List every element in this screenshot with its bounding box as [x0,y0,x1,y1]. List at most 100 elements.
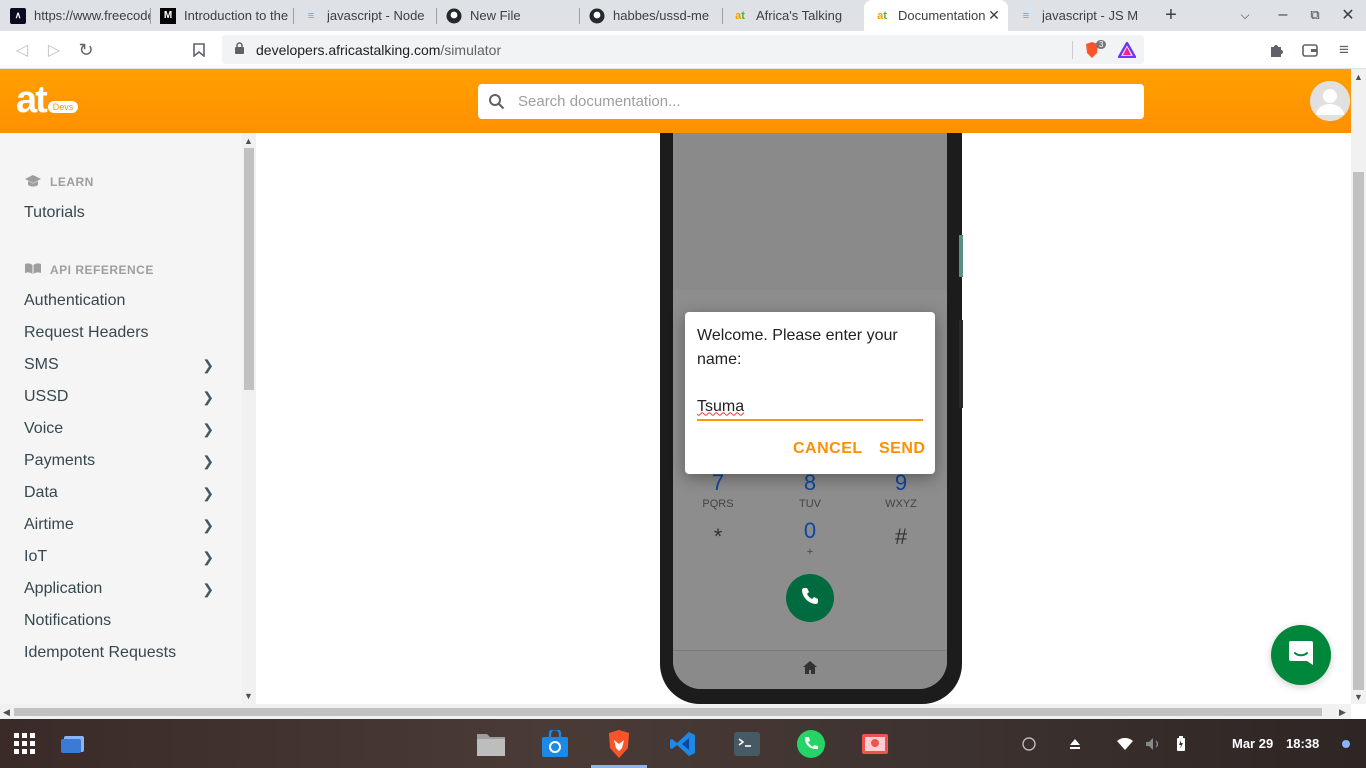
scroll-down-icon[interactable]: ▼ [1354,692,1363,702]
sidebar-item-airtime[interactable]: Airtime ❯ [24,513,214,537]
tab-label: New File [470,8,521,23]
vscode-icon[interactable] [668,729,698,759]
key-letters: WXYZ [885,498,917,510]
section-title-text: LEARN [50,175,94,189]
scroll-right-icon[interactable]: ▶ [1339,707,1346,718]
sidebar-item-authentication[interactable]: Authentication [24,289,214,313]
home-icon[interactable] [802,660,818,680]
extensions-puzzle-icon[interactable] [1265,39,1287,61]
tab-introduction[interactable]: M Introduction to the [150,0,293,31]
close-window-icon[interactable]: ✕ [1337,4,1359,26]
sidebar-item-payments[interactable]: Payments ❯ [24,449,214,473]
tab-javascript-node[interactable]: ≡ javascript - Node [293,0,436,31]
menu-hamburger-icon[interactable]: ≡ [1333,39,1355,61]
new-tab-plus-icon[interactable]: + [1160,4,1182,26]
back-arrow-icon[interactable]: ◁ [11,39,33,61]
africastalking-icon: at [877,9,887,22]
restore-window-icon[interactable]: ⧉ [1304,4,1326,26]
files-app-icon[interactable] [476,729,506,759]
tab-search-chevron-icon[interactable]: ⌵ [1234,4,1256,26]
reload-icon[interactable]: ↻ [75,39,97,61]
dial-key-9[interactable]: 9 WXYZ [871,470,931,510]
chat-launcher-button[interactable] [1271,625,1331,685]
call-button[interactable] [786,574,834,622]
docs-sidebar: LEARN Tutorials API REFERENCE Authentica… [0,133,242,704]
dial-key-7[interactable]: 7 PQRS [688,470,748,510]
phone-side-button [959,235,963,277]
sidebar-item-voice[interactable]: Voice ❯ [24,417,214,441]
sidebar-item-tutorials[interactable]: Tutorials [24,201,214,225]
ussd-message: Welcome. Please enter your name: [697,327,898,368]
omnibox-divider [1072,35,1073,64]
stackoverflow-icon: ≡ [307,9,315,22]
africastalking-icon: at [735,9,745,22]
dial-key-8[interactable]: 8 TUV [780,470,840,510]
sidebar-item-iot[interactable]: IoT ❯ [24,545,214,569]
sidebar-item-data[interactable]: Data ❯ [24,481,214,505]
search-input[interactable]: Search documentation... [478,84,1144,119]
cancel-button[interactable]: CANCEL [793,440,863,458]
sidebar-item-label: USSD [24,388,69,405]
medium-icon: M [160,7,176,24]
tab-habbes-ussd[interactable]: habbes/ussd-me [579,0,722,31]
send-button[interactable]: SEND [879,440,925,458]
sidebar-item-notifications[interactable]: Notifications [24,609,214,633]
tab-label: Introduction to the [184,8,289,23]
ussd-response-input[interactable] [697,394,923,421]
sidebar-item-label: Application [24,580,103,597]
wifi-icon[interactable] [1112,729,1138,759]
minimize-window-icon[interactable]: – [1272,4,1294,26]
sidebar-item-ussd[interactable]: USSD ❯ [24,385,214,409]
brave-browser-icon[interactable] [604,729,634,759]
page-horizontal-scrollbar-thumb[interactable] [14,708,1322,716]
battery-icon[interactable] [1168,729,1194,759]
tab-freecodecamp[interactable]: ∧ https://www.freecodecamp.org [0,0,150,31]
dial-key-hash[interactable]: # [871,524,931,552]
brave-shield-icon[interactable]: 3 [1084,35,1107,64]
tab-africas-talking[interactable]: at Africa's Talking [722,0,865,31]
page-vertical-scrollbar-thumb[interactable] [1353,172,1364,690]
browser-toolbar: ◁ ▷ ↻ developers.africastalking.com/simu… [0,31,1366,69]
sidebar-item-idempotent-requests[interactable]: Idempotent Requests [24,641,214,665]
wallet-icon[interactable] [1299,39,1321,61]
software-store-icon[interactable] [540,729,570,759]
sidebar-scroll-up-icon[interactable]: ▲ [244,136,253,146]
close-tab-icon[interactable]: ✕ [986,7,1002,24]
chevron-right-icon: ❯ [202,388,214,405]
sidebar-item-sms[interactable]: SMS ❯ [24,353,214,377]
scroll-up-icon[interactable]: ▲ [1354,72,1363,82]
sidebar-item-request-headers[interactable]: Request Headers [24,321,214,345]
forward-arrow-icon[interactable]: ▷ [43,39,65,61]
whatsapp-icon[interactable] [796,729,826,759]
taskbar-time[interactable]: 18:38 [1286,736,1319,751]
github-icon [589,8,605,24]
address-bar[interactable]: developers.africastalking.com/simulator … [222,35,1144,64]
workspaces-icon[interactable] [58,729,88,759]
tab-documentation[interactable]: at Documentation ✕ [864,0,1008,31]
sidebar-scrollbar-thumb[interactable] [244,148,254,390]
eject-icon[interactable] [1062,729,1088,759]
phone-nav-bar [673,650,947,689]
app-grid-icon[interactable] [10,729,40,759]
screenshot-tool-icon[interactable] [860,729,890,759]
volume-icon[interactable] [1140,729,1166,759]
sidebar-scroll-down-icon[interactable]: ▼ [244,691,253,701]
notification-dot[interactable] [1342,740,1350,748]
taskbar-date[interactable]: Mar 29 [1232,736,1273,751]
tab-javascript-js[interactable]: ≡ javascript - JS M [1008,0,1151,31]
dial-key-star[interactable]: * [688,524,748,552]
chevron-right-icon: ❯ [202,516,214,533]
dial-key-0[interactable]: 0 + [780,518,840,558]
sidebar-item-label: IoT [24,548,48,565]
terminal-icon[interactable] [732,729,762,759]
bookmark-icon[interactable] [188,39,210,61]
user-avatar[interactable] [1310,81,1350,121]
scroll-left-icon[interactable]: ◀ [3,707,10,718]
phone-call-icon [800,586,820,611]
site-header: at Devs Search documentation... [0,69,1351,133]
africastalking-logo[interactable]: at Devs [16,81,79,119]
whatsapp-tray-icon[interactable] [1016,729,1042,759]
brave-rewards-icon[interactable] [1118,35,1136,64]
tab-new-file[interactable]: New File [436,0,579,31]
sidebar-item-application[interactable]: Application ❯ [24,577,214,601]
